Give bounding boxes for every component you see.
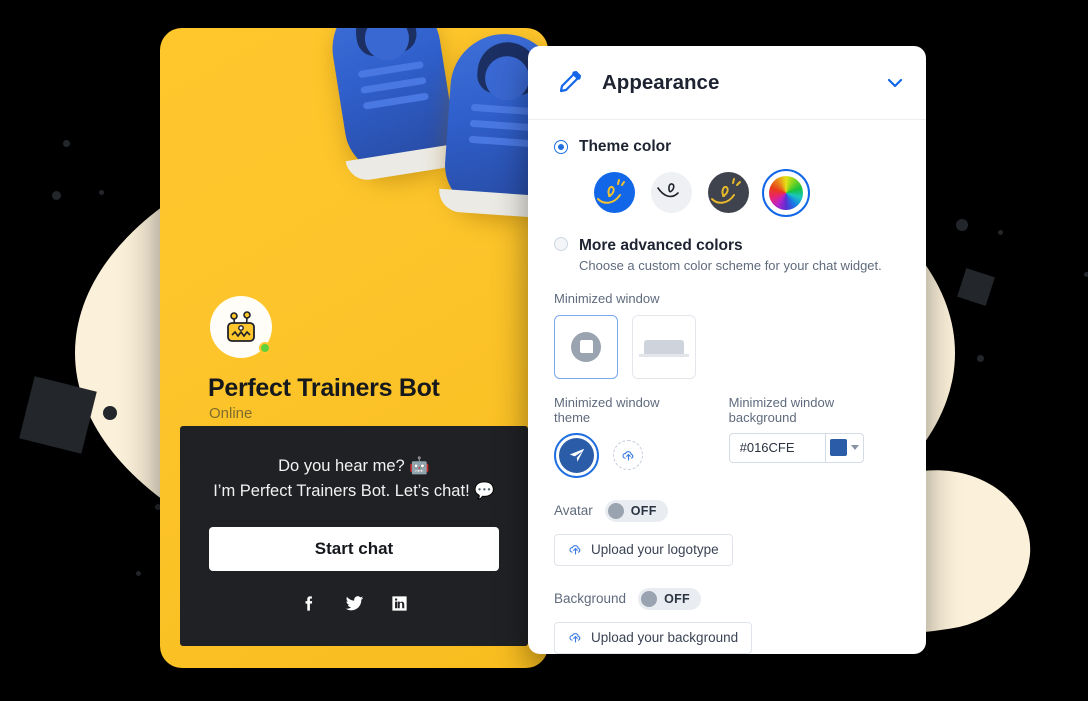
upload-background-label: Upload your background [591, 630, 739, 645]
decorative-dot [136, 571, 141, 576]
bot-status: Online [209, 405, 253, 422]
minimized-window-bar[interactable] [632, 314, 696, 379]
background-toggle-row: Background OFF [554, 587, 900, 610]
sneaker-left [324, 28, 464, 183]
facebook-icon[interactable] [300, 594, 319, 613]
page-root: Perfect Trainers Bot Online Do you hear … [0, 0, 1088, 701]
decorative-dot [1084, 272, 1088, 277]
avatar-toggle-state: OFF [630, 503, 657, 518]
linkedin-icon[interactable] [390, 594, 409, 613]
upload-logotype-label: Upload your logotype [591, 542, 719, 557]
advanced-colors-option[interactable]: More advanced colors Choose a custom col… [554, 236, 900, 273]
toggle-knob [607, 502, 624, 519]
start-chat-button[interactable]: Start chat [209, 527, 499, 571]
bot-name: Perfect Trainers Bot [208, 374, 440, 402]
theme-upload-custom[interactable] [613, 440, 643, 470]
twitter-icon[interactable] [345, 594, 364, 613]
bar-widget-icon [639, 339, 689, 357]
upload-logotype-button[interactable]: Upload your logotype [554, 533, 733, 566]
avatar-toggle[interactable]: OFF [604, 499, 668, 522]
decorative-dot [99, 190, 104, 195]
greeting-line-1: Do you hear me? 🤖 [278, 457, 430, 475]
advanced-colors-description: Choose a custom color scheme for your ch… [579, 257, 882, 273]
color-picker-group [728, 432, 900, 463]
advanced-colors-radio[interactable] [554, 236, 568, 251]
avatar [210, 296, 272, 358]
theme-paper-plane[interactable] [554, 432, 599, 478]
theme-swatch-dark[interactable] [708, 172, 749, 213]
pencil-icon [554, 68, 584, 98]
decorative-dot [52, 191, 61, 200]
minimized-window-options [554, 314, 900, 379]
decorative-dot [63, 140, 70, 147]
theme-color-radio[interactable] [554, 140, 568, 154]
online-status-dot [259, 342, 271, 354]
decorative-dot [956, 219, 968, 231]
hero-sneakers-image [160, 28, 548, 268]
chat-message-panel: Do you hear me? 🤖 I’m Perfect Trainers B… [180, 426, 528, 646]
decorative-dot [977, 355, 984, 362]
hex-color-input[interactable] [728, 432, 825, 463]
minimized-window-theme-options [554, 432, 695, 478]
chevron-down-icon[interactable] [886, 74, 904, 92]
avatar-toggle-row: Avatar OFF [554, 499, 900, 522]
upload-background-button[interactable]: Upload your background [554, 621, 753, 654]
advanced-colors-label: More advanced colors [579, 236, 743, 254]
minimized-window-bubble[interactable] [554, 314, 618, 379]
background-toggle-state: OFF [664, 591, 690, 606]
decorative-cross [19, 376, 97, 454]
background-toggle[interactable]: OFF [638, 587, 702, 610]
toggle-knob [641, 590, 658, 607]
theme-swatch-blue[interactable] [594, 172, 635, 213]
decorative-cross [957, 268, 995, 306]
panel-header: Appearance [528, 46, 926, 120]
theme-swatch-rainbow[interactable] [761, 168, 810, 217]
chat-widget-preview: Perfect Trainers Bot Online Do you hear … [160, 28, 548, 668]
appearance-settings-panel: Appearance Theme color More advanced col… [528, 46, 926, 654]
minimized-window-theme-label: Minimized window theme [554, 394, 660, 425]
background-label: Background [554, 591, 627, 606]
greeting-line-2: I’m Perfect Trainers Bot. Let’s chat! 💬 [213, 482, 495, 500]
cloud-upload-icon [569, 633, 581, 643]
theme-color-label: Theme color [579, 138, 672, 155]
theme-color-option[interactable]: Theme color [554, 138, 900, 156]
color-chip [829, 439, 847, 456]
decorative-dot [103, 406, 117, 420]
minimized-window-background-label: Minimized window background [728, 394, 835, 425]
minimized-window-label: Minimized window [554, 290, 660, 306]
theme-swatches [594, 168, 900, 217]
avatar-label: Avatar [554, 503, 593, 518]
social-links [180, 594, 528, 613]
chat-bubble-icon [571, 331, 601, 362]
page-title: Appearance [602, 70, 720, 94]
color-swatch-dropdown[interactable] [824, 432, 864, 463]
paper-plane-icon [559, 437, 594, 473]
decorative-dot [998, 230, 1003, 235]
theme-swatch-light[interactable] [651, 172, 692, 213]
cloud-upload-icon [569, 545, 581, 555]
chevron-down-icon [850, 445, 859, 450]
